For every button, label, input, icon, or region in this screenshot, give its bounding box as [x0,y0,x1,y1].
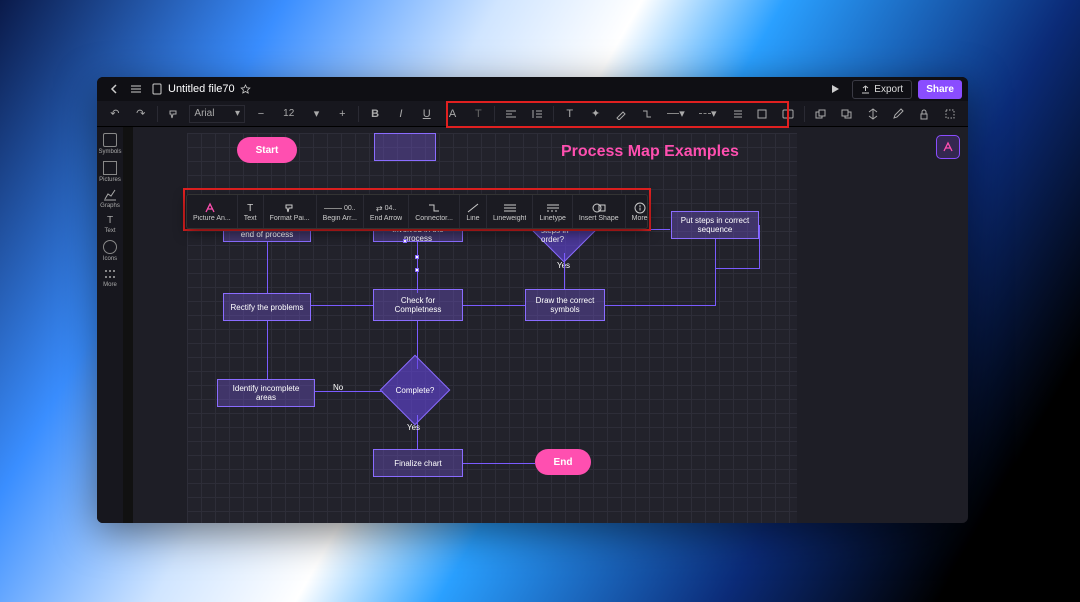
node-start[interactable]: Start [237,137,297,163]
canvas-area[interactable]: Process Map Examples Start Determine sta… [133,127,968,523]
label-yes-2: Yes [407,423,420,432]
share-label: Share [926,84,954,95]
titlebar: Untitled file70 Export Share [97,77,968,101]
tool-format-painter[interactable]: Format Pai... [264,195,317,228]
tool-lineweight[interactable]: Lineweight [487,195,533,228]
dash-style-icon[interactable]: ▾ [695,104,721,124]
brush-icon[interactable] [611,104,631,124]
sidebar-pictures[interactable]: Pictures [99,161,121,183]
sidebar-text[interactable]: TText [99,215,121,234]
connector-icon[interactable] [637,104,657,124]
edit-shape-icon[interactable] [889,104,909,124]
lock-icon[interactable] [914,104,934,124]
font-name: Arial [194,108,214,119]
crop-icon[interactable] [752,104,772,124]
font-select[interactable]: Arial▾ [189,105,245,123]
bring-front-icon[interactable] [811,104,831,124]
node-complete-decision[interactable]: Complete? [390,365,440,415]
send-back-icon[interactable] [837,104,857,124]
undo-button[interactable]: ↶ [105,104,125,124]
export-button[interactable]: Export [852,80,912,99]
hamburger-icon[interactable] [125,78,147,100]
underline-button[interactable]: U [417,104,437,124]
filename-text: Untitled file70 [168,83,235,95]
tool-line[interactable]: Line [460,195,487,228]
font-size[interactable]: 12 [277,108,301,119]
spacing-button[interactable] [527,104,547,124]
tool-connector[interactable]: Connector... [409,195,460,228]
tool-begin-arrow[interactable]: 00.. Begin Arr... [317,195,364,228]
canvas[interactable]: Process Map Examples Start Determine sta… [187,133,797,523]
tool-more[interactable]: More [626,195,654,228]
sidebar-symbols[interactable]: Symbols [99,133,121,155]
present-button[interactable] [824,78,846,100]
size-plus[interactable]: + [332,104,352,124]
sidebar-more[interactable]: More [99,268,121,288]
floating-toolbar: Picture An... T Text Format Pai... 00.. … [186,194,648,229]
node-identify[interactable]: Identify incomplete areas [217,379,315,407]
select-icon[interactable] [940,104,960,124]
tool-insert-shape[interactable]: Insert Shape [573,195,626,228]
sidebar-icons[interactable]: Icons [99,240,121,262]
left-sidebar: Symbols Pictures Graphs TText Icons More [97,127,123,523]
node-finalize[interactable]: Finalize chart [373,449,463,477]
size-minus[interactable]: − [251,104,271,124]
size-dropdown[interactable]: ▾ [307,104,327,124]
italic-button[interactable]: I [391,104,411,124]
list-icon[interactable] [727,104,747,124]
clear-format-button[interactable]: T [468,104,488,124]
node-putsteps[interactable]: Put steps in correct sequence [671,211,759,239]
share-button[interactable]: Share [918,80,962,99]
tool-linetype[interactable]: Linetype [533,195,572,228]
flow-title: Process Map Examples [561,143,739,161]
file-icon [151,83,163,95]
main-toolbar: ↶ ↷ Arial▾ − 12 ▾ + B I U A T T ✦ ▾ ▾ [97,101,968,127]
format-painter-icon[interactable] [164,104,184,124]
tool-text[interactable]: T Text [238,195,264,228]
node-end[interactable]: End [535,449,591,475]
text-color-button[interactable]: A [443,104,463,124]
export-label: Export [874,84,903,95]
eraser-icon[interactable]: ✦ [586,104,606,124]
distribute-icon[interactable] [863,104,883,124]
node-rectify[interactable]: Rectify the problems [223,293,311,321]
text-tool-icon[interactable]: T [560,104,580,124]
ai-badge[interactable] [936,135,960,159]
node-check[interactable]: Check for Completness [373,289,463,321]
sidebar-graphs[interactable]: Graphs [99,189,121,209]
align-button[interactable] [501,104,521,124]
main-area: Symbols Pictures Graphs TText Icons More… [97,127,968,523]
image-icon[interactable] [778,104,798,124]
node-selected-blank[interactable] [374,133,436,161]
tool-picture-animation[interactable]: Picture An... [187,195,238,228]
node-draw[interactable]: Draw the correct symbols [525,289,605,321]
document-title[interactable]: Untitled file70 [151,83,251,95]
back-button[interactable] [103,78,125,100]
label-no-2: No [333,383,343,392]
bold-button[interactable]: B [365,104,385,124]
tool-end-arrow[interactable]: ⇄04.. End Arrow [364,195,409,228]
app-window: Untitled file70 Export Share ↶ ↷ Arial▾ … [97,77,968,523]
line-style-icon[interactable]: ▾ [663,104,689,124]
export-icon [861,85,870,94]
redo-button[interactable]: ↷ [131,104,151,124]
star-icon[interactable] [240,84,251,95]
